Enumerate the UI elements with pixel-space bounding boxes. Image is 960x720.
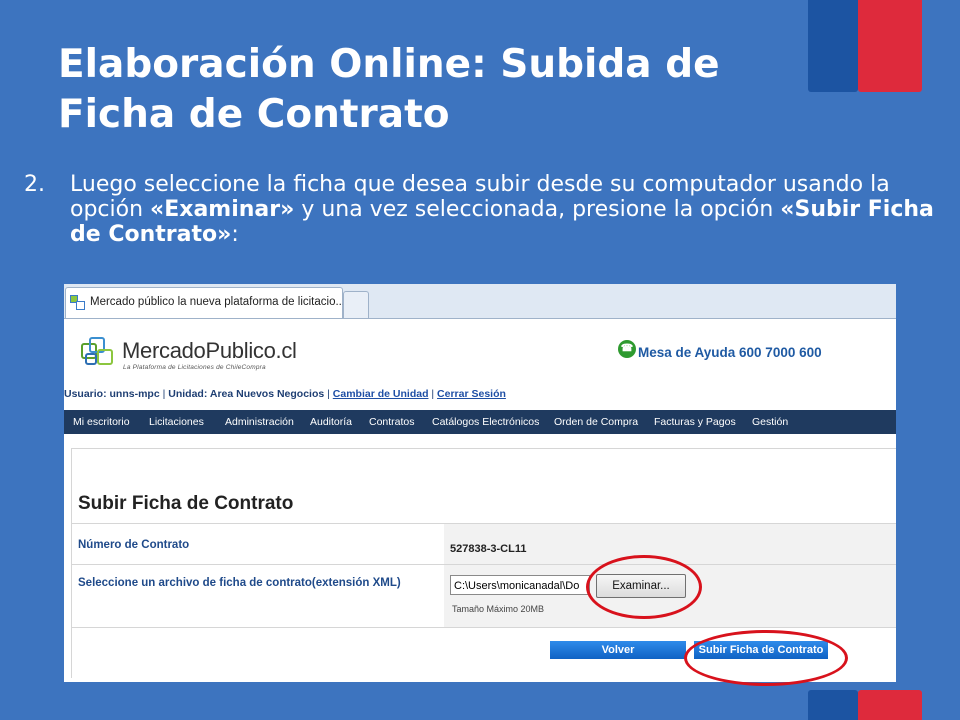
- help-desk-text: Mesa de Ayuda 600 7000 600: [638, 345, 822, 360]
- user-info-line: Usuario: unns-mpc | Unidad: Area Nuevos …: [64, 388, 506, 400]
- browser-tab-label: Mercado público la nueva plataforma de l…: [90, 296, 346, 308]
- form-row-contract-number: Número de Contrato 527838-3-CL11: [72, 523, 896, 564]
- nav-item-gestion[interactable]: Gestión: [752, 416, 788, 428]
- logout-link[interactable]: Cerrar Sesión: [437, 388, 506, 400]
- site-favicon-icon: [70, 295, 85, 310]
- nav-item-administracion[interactable]: Administración: [225, 416, 294, 428]
- nav-item-contratos[interactable]: Contratos: [369, 416, 415, 428]
- nav-item-licitaciones[interactable]: Licitaciones: [149, 416, 204, 428]
- form-bottom-border: [72, 627, 896, 628]
- help-phone-icon: ☎: [618, 340, 636, 358]
- contract-number-value: 527838-3-CL11: [450, 543, 527, 555]
- contract-form: Número de Contrato 527838-3-CL11 Selecci…: [72, 523, 896, 628]
- step-bold-examinar: «Examinar»: [150, 197, 295, 222]
- slide-title: Elaboración Online: Subida de Ficha de C…: [58, 40, 798, 140]
- browser-tab[interactable]: Mercado público la nueva plataforma de l…: [65, 287, 346, 318]
- slide-title-line1: Elaboración Online: Subida de: [58, 42, 720, 87]
- nav-item-mi-escritorio[interactable]: Mi escritorio: [73, 416, 130, 428]
- max-size-note: Tamaño Máximo 20MB: [452, 604, 545, 614]
- step-text-part2: y una vez seleccionada, presione la opci…: [294, 197, 781, 222]
- highlight-circle-browse: [586, 555, 702, 619]
- new-tab-button[interactable]: [343, 291, 369, 318]
- flag-blue-bottom: [808, 690, 858, 720]
- contract-number-label: Número de Contrato: [78, 539, 190, 551]
- nav-item-facturas[interactable]: Facturas y Pagos: [654, 416, 736, 428]
- user-label: Usuario: unns-mpc: [64, 388, 160, 400]
- panel-border-top: [72, 448, 896, 449]
- file-label: Seleccione un archivo de ficha de contra…: [78, 577, 401, 589]
- nav-item-catalogos[interactable]: Catálogos Electrónicos: [432, 416, 539, 428]
- file-path-input[interactable]: C:\Users\monicanadal\Do: [450, 575, 590, 595]
- flag-red-bottom: [858, 690, 922, 720]
- highlight-circle-submit: [684, 630, 848, 686]
- slide-title-line2: Ficha de Contrato: [58, 92, 450, 137]
- step-text: Luego seleccione la ficha que desea subi…: [70, 172, 940, 247]
- browser-screenshot: Mercado público la nueva plataforma de l…: [64, 284, 896, 682]
- nav-item-orden-de-compra[interactable]: Orden de Compra: [554, 416, 638, 428]
- step-number: 2.: [24, 172, 45, 197]
- back-button[interactable]: Volver: [550, 641, 686, 659]
- change-unit-link[interactable]: Cambiar de Unidad: [333, 388, 429, 400]
- step-text-part3: :: [231, 222, 239, 247]
- nav-item-auditoria[interactable]: Auditoría: [310, 416, 352, 428]
- main-nav: Mi escritorio Licitaciones Administració…: [64, 410, 896, 434]
- mercadopublico-logo-icon: [81, 337, 113, 365]
- logo-name: MercadoPublico.cl: [122, 338, 297, 363]
- flag-red-top: [858, 0, 922, 92]
- unit-label: Unidad: Area Nuevos Negocios: [168, 388, 325, 400]
- form-row-file: Seleccione un archivo de ficha de contra…: [72, 564, 896, 627]
- browser-tab-bar: Mercado público la nueva plataforma de l…: [64, 284, 896, 319]
- page-title: Subir Ficha de Contrato: [78, 493, 294, 514]
- flag-blue-top: [808, 0, 858, 92]
- logo-tagline: La Plataforma de Licitaciones de ChileCo…: [123, 364, 266, 371]
